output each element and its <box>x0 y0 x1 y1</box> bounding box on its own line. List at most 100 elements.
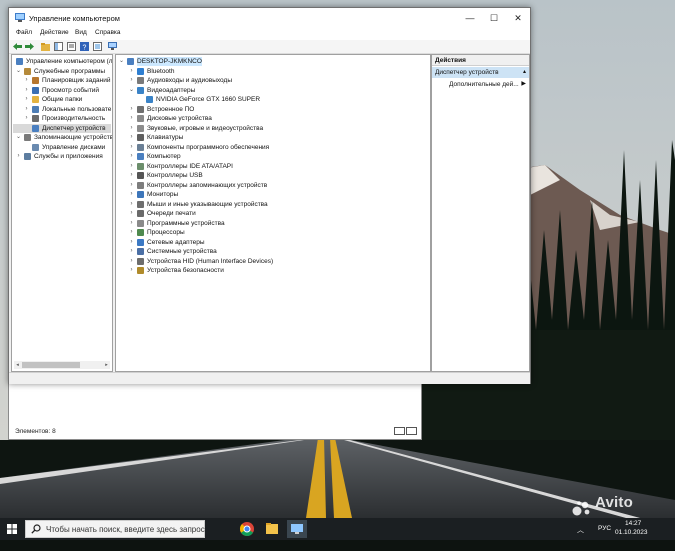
navigation-tree-pane[interactable]: ◂ ▸ Управление компьютером (л ⌄ Служебные … <box>11 54 113 372</box>
language-indicator[interactable]: РУС <box>598 525 611 547</box>
chevron-right-icon[interactable]: › <box>128 247 135 256</box>
chevron-right-icon[interactable]: › <box>23 114 30 123</box>
show-hide-tree-icon[interactable] <box>54 42 63 51</box>
device-tree-item[interactable]: NVIDIA GeForce GTX 1660 SUPER <box>117 95 429 104</box>
chevron-right-icon[interactable]: › <box>23 86 30 95</box>
folder-up-icon[interactable] <box>41 42 50 51</box>
device-tree-item[interactable]: › Bluetooth <box>117 67 429 76</box>
device-tree-item[interactable]: › Аудиовходы и аудиовыходы <box>117 76 429 85</box>
chevron-right-icon[interactable]: › <box>23 95 30 104</box>
chrome-icon[interactable] <box>237 520 257 538</box>
extra-view-icon[interactable] <box>93 42 102 51</box>
list-view-icon[interactable] <box>394 427 405 435</box>
chevron-right-icon[interactable]: › <box>128 124 135 133</box>
device-tree-pane[interactable]: ⌄ DESKTOP-JKMKNCO › Bluetooth › Аудиовходы и … <box>115 54 431 372</box>
menu-action[interactable]: Действие <box>40 29 69 36</box>
nav-tree-item[interactable]: › Просмотр событий <box>13 86 111 95</box>
chevron-right-icon[interactable]: › <box>128 171 135 180</box>
chevron-right-icon[interactable]: › <box>128 200 135 209</box>
nav-tree-item[interactable]: › Общие папки <box>13 95 111 104</box>
chevron-right-icon[interactable]: › <box>128 162 135 171</box>
nav-tree-item[interactable]: ⌄ Служебные программы <box>13 67 111 76</box>
nav-tree-item[interactable]: ⌄ Запоминающие устройств <box>13 133 112 142</box>
back-arrow-icon[interactable] <box>13 42 22 51</box>
nav-tree-item[interactable]: › Локальные пользовате <box>13 105 111 114</box>
chevron-right-icon[interactable]: › <box>128 181 135 190</box>
chevron-right-icon[interactable]: › <box>128 67 135 76</box>
nav-tree-item[interactable]: Управление компьютером (л <box>13 57 112 66</box>
chevron-right-icon[interactable]: › <box>128 266 135 275</box>
clock-date[interactable]: 01.10.2023 <box>615 529 648 551</box>
menu-view[interactable]: Вид <box>75 29 87 36</box>
title-bar[interactable]: Управление компьютером — ☐ ✕ <box>9 8 530 28</box>
nav-tree-item[interactable]: › Производительность <box>13 114 111 123</box>
chevron-right-icon[interactable]: › <box>128 76 135 85</box>
nav-tree-item[interactable]: Диспетчер устройств <box>13 123 111 133</box>
file-explorer-icon[interactable] <box>262 520 282 538</box>
taskbar-search-box[interactable]: Чтобы начать поиск, введите здесь запрос <box>25 520 205 538</box>
device-tree-item[interactable]: › Звуковые, игровые и видеоустройства <box>117 124 429 133</box>
chevron-right-icon[interactable]: › <box>128 152 135 161</box>
scroll-right-icon[interactable]: ▸ <box>103 361 110 369</box>
chevron-down-icon[interactable]: ⌄ <box>128 86 135 95</box>
minimize-button[interactable]: — <box>458 8 482 28</box>
device-tree-item[interactable]: ⌄ Видеоадаптеры <box>117 86 429 95</box>
device-tree-item[interactable]: › Мыши и иные указывающие устройства <box>117 200 429 209</box>
chevron-down-icon[interactable]: ⌄ <box>15 133 22 142</box>
chevron-right-icon[interactable]: › <box>23 105 30 114</box>
chevron-right-icon[interactable]: › <box>128 209 135 218</box>
chevron-right-icon[interactable]: › <box>128 143 135 152</box>
monitor-icon[interactable] <box>108 42 117 51</box>
chevron-right-icon[interactable]: › <box>128 228 135 237</box>
device-tree-item[interactable]: › Программные устройства <box>117 219 429 228</box>
chevron-right-icon[interactable]: › <box>128 190 135 199</box>
chevron-right-icon[interactable]: › <box>128 114 135 123</box>
device-tree-item[interactable]: › Клавиатуры <box>117 133 429 142</box>
nav-tree-item[interactable]: › Службы и приложения <box>13 152 111 161</box>
chevron-right-icon[interactable]: › <box>128 133 135 142</box>
nav-tree-item[interactable]: Управление дисками <box>13 143 111 152</box>
close-button[interactable]: ✕ <box>506 8 530 28</box>
details-view-icon[interactable] <box>406 427 417 435</box>
menu-file[interactable]: Файл <box>16 29 32 36</box>
device-tree-item[interactable]: › Очереди печати <box>117 209 429 218</box>
device-tree-item[interactable]: › Компьютер <box>117 152 429 161</box>
tray-chevron-icon[interactable]: ︿ <box>577 525 584 547</box>
horizontal-scrollbar[interactable]: ◂ ▸ <box>14 361 110 369</box>
device-tree-item[interactable]: › Системные устройства <box>117 247 429 256</box>
scroll-left-icon[interactable]: ◂ <box>14 361 21 369</box>
chevron-right-icon[interactable]: › <box>128 219 135 228</box>
device-tree-item[interactable]: › Дисковые устройства <box>117 114 429 123</box>
chevron-down-icon[interactable]: ⌄ <box>15 67 22 76</box>
scrollbar-thumb[interactable] <box>22 362 80 368</box>
menu-help[interactable]: Справка <box>95 29 121 36</box>
nav-tree-item[interactable]: › Планировщик заданий <box>13 76 111 85</box>
properties-icon[interactable] <box>67 42 76 51</box>
device-tree-item[interactable]: › Контроллеры запоминающих устройств <box>117 181 429 190</box>
computer-management-taskbar-icon[interactable] <box>287 520 307 538</box>
device-tree-item[interactable]: › Устройства безопасности <box>117 266 429 275</box>
device-tree-item[interactable]: › Компоненты программного обеспечения <box>117 143 429 152</box>
device-tree-item[interactable]: › Мониторы <box>117 190 429 199</box>
chevron-right-icon[interactable]: › <box>128 257 135 266</box>
device-tree-item[interactable]: › Встроенное ПО <box>117 105 429 114</box>
chevron-right-icon[interactable]: › <box>15 152 22 161</box>
chevron-right-icon[interactable]: › <box>128 105 135 114</box>
help-icon[interactable]: ? <box>80 42 89 51</box>
chevron-right-icon[interactable]: › <box>128 238 135 247</box>
maximize-button[interactable]: ☐ <box>482 8 506 28</box>
chevron-right-icon[interactable]: › <box>23 76 30 85</box>
background-explorer-window[interactable]: Элементов: 8 <box>8 380 422 440</box>
forward-arrow-icon[interactable] <box>25 42 34 51</box>
device-tree-item[interactable]: › Процессоры <box>117 228 429 237</box>
device-tree-item[interactable]: › Устройства HID (Human Interface Devices… <box>117 257 429 266</box>
device-tree-root[interactable]: ⌄ DESKTOP-JKMKNCO <box>117 57 429 66</box>
chevron-down-icon[interactable]: ⌄ <box>118 57 125 66</box>
device-tree-item[interactable]: › Контроллеры USB <box>117 171 429 180</box>
actions-section-device-manager[interactable]: Диспетчер устройств ▴ <box>432 67 529 78</box>
device-tree-item[interactable]: › Сетевые адаптеры <box>117 238 429 247</box>
collapse-up-icon[interactable]: ▴ <box>523 67 526 78</box>
windows-start-icon[interactable] <box>7 524 17 534</box>
device-tree-item[interactable]: › Контроллеры IDE ATA/ATAPI <box>117 162 429 171</box>
more-actions-link[interactable]: Дополнительные дей... <box>449 80 519 89</box>
